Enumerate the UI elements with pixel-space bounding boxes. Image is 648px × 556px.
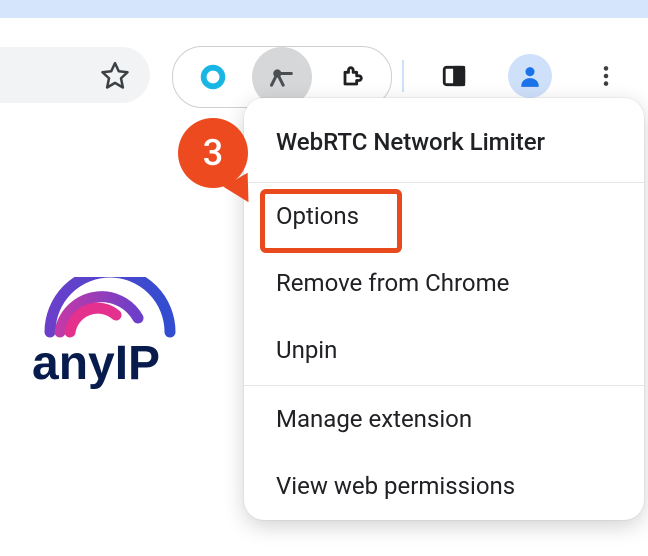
kebab-menu-icon: [593, 63, 619, 89]
menu-item-label: View web permissions: [276, 472, 515, 500]
step-annotation-badge: 3: [178, 118, 248, 188]
menu-item-options[interactable]: Options: [244, 183, 644, 250]
circle-icon: [199, 63, 227, 91]
menu-item-remove[interactable]: Remove from Chrome: [244, 250, 644, 317]
context-menu-title: WebRTC Network Limiter: [244, 98, 644, 182]
side-panel-icon: [441, 63, 467, 89]
brand-wordmark: anyIP: [32, 337, 160, 390]
menu-item-label: Manage extension: [276, 405, 472, 433]
bookmark-star-icon[interactable]: [100, 60, 130, 90]
omnibox-end[interactable]: [0, 47, 150, 103]
menu-item-manage-extension[interactable]: Manage extension: [244, 386, 644, 453]
profile-avatar-icon: [508, 54, 552, 98]
menu-item-view-web-permissions[interactable]: View web permissions: [244, 453, 644, 520]
page-content: anyIP: [0, 118, 220, 556]
extension-context-menu: WebRTC Network Limiter Options Remove fr…: [244, 98, 644, 520]
chrome-menu-button[interactable]: [576, 46, 636, 106]
extensions-puzzle-icon: [338, 63, 366, 91]
toolbar-separator: [402, 60, 404, 92]
anyip-logo: anyIP: [20, 277, 200, 397]
menu-item-label: Unpin: [276, 336, 337, 364]
menu-item-label: Remove from Chrome: [276, 269, 509, 297]
side-panel-button[interactable]: [424, 46, 484, 106]
menu-item-label: Options: [276, 202, 359, 230]
window-top-strip: [0, 0, 648, 18]
menu-item-unpin[interactable]: Unpin: [244, 317, 644, 384]
step-number: 3: [203, 132, 223, 174]
webrtc-limiter-icon: [268, 63, 296, 91]
profile-button[interactable]: [500, 46, 560, 106]
browser-toolbar: [0, 18, 648, 98]
